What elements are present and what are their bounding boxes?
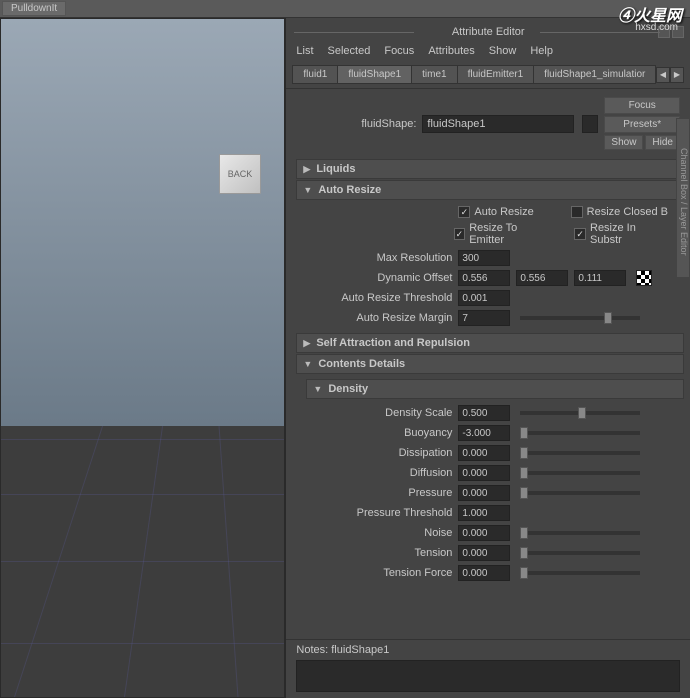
node-name-row: fluidShape: Focus Presets* Show Hide: [286, 89, 690, 158]
density-scale-input[interactable]: [458, 405, 510, 421]
grid-line: [1, 439, 284, 440]
node-name-label: fluidShape:: [296, 118, 416, 130]
max-resolution-label: Max Resolution: [296, 252, 452, 264]
dynamic-offset-z[interactable]: [574, 270, 626, 286]
attribute-editor: Attribute Editor List Selected Focus Att…: [285, 18, 690, 698]
chevron-down-icon: ▼: [303, 185, 312, 195]
tab-fluid1[interactable]: fluid1: [292, 65, 338, 84]
tab-row: fluid1 fluidShape1 time1 fluidEmitter1 f…: [286, 61, 690, 89]
buoyancy-slider[interactable]: [520, 431, 640, 435]
tension-input[interactable]: [458, 545, 510, 561]
tab-fluidshape1[interactable]: fluidShape1: [337, 65, 412, 84]
margin-input[interactable]: [458, 310, 510, 326]
tab-sim[interactable]: fluidShape1_simulatior: [533, 65, 656, 84]
menu-selected[interactable]: Selected: [328, 45, 371, 57]
diffusion-label: Diffusion: [296, 467, 452, 479]
margin-slider[interactable]: [520, 316, 640, 320]
margin-label: Auto Resize Margin: [296, 312, 452, 324]
show-button[interactable]: Show: [604, 135, 643, 150]
top-bar: PulldownIt: [0, 0, 690, 18]
resize-emitter-checkbox[interactable]: [454, 228, 466, 240]
contents-body: ▼ Density Density Scale Buoyancy Dissipa…: [296, 374, 684, 591]
notes-label: Notes: fluidShape1: [286, 639, 690, 660]
noise-input[interactable]: [458, 525, 510, 541]
pressure-threshold-input[interactable]: [458, 505, 510, 521]
chevron-right-icon: ▶: [303, 338, 310, 349]
menu-focus[interactable]: Focus: [384, 45, 414, 57]
pressure-slider[interactable]: [520, 491, 640, 495]
focus-button[interactable]: Focus: [604, 97, 680, 114]
tab-next-icon[interactable]: ▶: [670, 67, 684, 83]
tension-label: Tension: [296, 547, 452, 559]
grid-line: [1, 643, 284, 644]
watermark-url: hxsd.com: [635, 22, 678, 33]
section-auto-resize[interactable]: ▼ Auto Resize: [296, 180, 684, 200]
chevron-down-icon: ▼: [313, 384, 322, 394]
viewport-sky: [1, 19, 284, 426]
threshold-label: Auto Resize Threshold: [296, 292, 452, 304]
dissipation-input[interactable]: [458, 445, 510, 461]
chevron-down-icon: ▼: [303, 359, 312, 369]
noise-slider[interactable]: [520, 531, 640, 535]
resize-substr-checkbox[interactable]: [574, 228, 586, 240]
panel-title: Attribute Editor: [286, 26, 690, 38]
grid-line: [1, 494, 284, 495]
dynamic-offset-y[interactable]: [516, 270, 568, 286]
viewcube[interactable]: BACK: [219, 154, 261, 194]
max-resolution-input[interactable]: [458, 250, 510, 266]
auto-resize-checkbox[interactable]: [458, 206, 470, 218]
tension-force-slider[interactable]: [520, 571, 640, 575]
pulldownit-button[interactable]: PulldownIt: [2, 1, 66, 16]
noise-label: Noise: [296, 527, 452, 539]
diffusion-input[interactable]: [458, 465, 510, 481]
density-scale-slider[interactable]: [520, 411, 640, 415]
tab-fluidemitter1[interactable]: fluidEmitter1: [457, 65, 535, 84]
section-density[interactable]: ▼ Density: [306, 379, 684, 399]
dissipation-slider[interactable]: [520, 451, 640, 455]
checker-swatch[interactable]: [636, 270, 652, 286]
dissipation-label: Dissipation: [296, 447, 452, 459]
tension-force-label: Tension Force: [296, 567, 452, 579]
notes-textarea[interactable]: [296, 660, 680, 692]
scroll-area[interactable]: ▶ Liquids ▼ Auto Resize Auto Resize Resi…: [286, 158, 690, 635]
chevron-right-icon: ▶: [303, 164, 310, 175]
menu-bar: List Selected Focus Attributes Show Help: [286, 41, 690, 61]
buoyancy-label: Buoyancy: [296, 427, 452, 439]
threshold-input[interactable]: [458, 290, 510, 306]
node-dropdown-icon[interactable]: [582, 115, 598, 133]
viewport[interactable]: BACK: [0, 18, 285, 698]
tension-slider[interactable]: [520, 551, 640, 555]
pressure-input[interactable]: [458, 485, 510, 501]
hide-button[interactable]: Hide: [645, 135, 680, 150]
dynamic-offset-label: Dynamic Offset: [296, 272, 452, 284]
menu-list[interactable]: List: [296, 45, 313, 57]
section-self-attraction[interactable]: ▶ Self Attraction and Repulsion: [296, 333, 684, 353]
resize-closed-checkbox[interactable]: [571, 206, 583, 218]
section-liquids[interactable]: ▶ Liquids: [296, 159, 684, 179]
section-contents-details[interactable]: ▼ Contents Details: [296, 354, 684, 374]
menu-attributes[interactable]: Attributes: [428, 45, 474, 57]
presets-button[interactable]: Presets*: [604, 116, 680, 133]
tension-force-input[interactable]: [458, 565, 510, 581]
tab-prev-icon[interactable]: ◀: [656, 67, 670, 83]
diffusion-slider[interactable]: [520, 471, 640, 475]
buoyancy-input[interactable]: [458, 425, 510, 441]
pressure-threshold-label: Pressure Threshold: [296, 507, 452, 519]
channel-box-tab[interactable]: Channel Box / Layer Editor: [676, 118, 690, 278]
density-scale-label: Density Scale: [296, 407, 452, 419]
tab-time1[interactable]: time1: [411, 65, 457, 84]
menu-help[interactable]: Help: [530, 45, 553, 57]
auto-resize-body: Auto Resize Resize Closed B Resize To Em…: [296, 200, 684, 332]
menu-show[interactable]: Show: [489, 45, 517, 57]
node-name-input[interactable]: [422, 115, 574, 133]
dynamic-offset-x[interactable]: [458, 270, 510, 286]
pressure-label: Pressure: [296, 487, 452, 499]
density-body: Density Scale Buoyancy Dissipation Diffu…: [296, 399, 684, 587]
